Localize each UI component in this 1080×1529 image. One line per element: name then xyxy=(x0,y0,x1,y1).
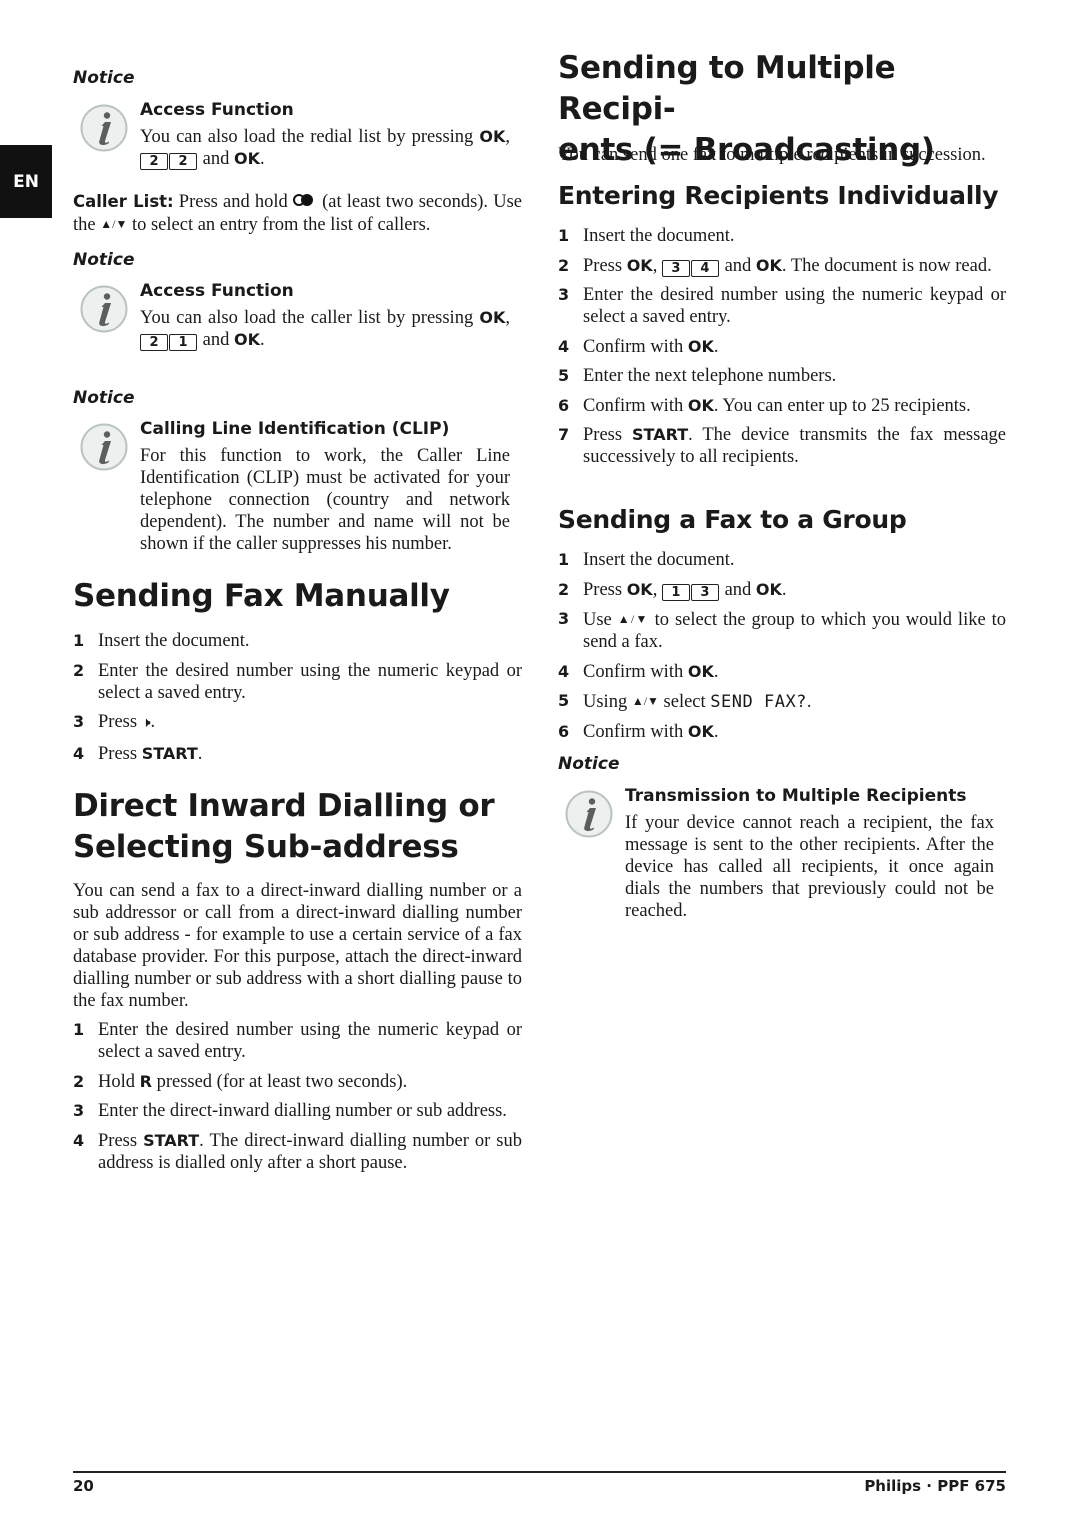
notice-title: Transmission to Multiple Recipients xyxy=(625,786,967,806)
notice-title: Calling Line Identification (CLIP) xyxy=(140,419,450,439)
up-down-arrows-icon: ▲/▼ xyxy=(100,217,128,231)
notice-label: Notice xyxy=(73,250,135,270)
step: 7 Press START. The device transmits the f… xyxy=(558,425,1006,467)
step: 4 Press START. xyxy=(73,743,203,764)
heading-fax-to-group: Sending a Fax to a Group xyxy=(558,505,907,534)
step: 1 Insert the document. xyxy=(558,550,735,570)
manual-steps: 1 Insert the document. 2 Enter the desired… xyxy=(73,630,522,772)
key-3: 3 xyxy=(690,583,719,601)
step: 1 Enter the desired number using the nume… xyxy=(73,1020,522,1062)
step: 3 Enter the direct-inward dialling number… xyxy=(73,1101,507,1121)
heading-sending-fax-manually: Sending Fax Manually xyxy=(73,578,450,614)
notice-label: Notice xyxy=(73,388,135,408)
language-tab: EN xyxy=(0,145,52,218)
notice-label: Notice xyxy=(73,68,135,88)
step: 3 Press 🕨. xyxy=(73,712,156,732)
notice-body: If your device cannot reach a recipient,… xyxy=(625,813,994,921)
footer-brand: Philips · PPF 675 xyxy=(864,1477,1006,1495)
speaker-icon: 🕨 xyxy=(141,716,151,731)
info-icon xyxy=(80,285,128,333)
group-steps: 1 Insert the document. 2 Press OK, 13 and … xyxy=(558,549,1006,750)
step: 2 Press OK, 34 and OK. The document is no… xyxy=(558,255,992,277)
caller-list-paragraph: Caller List: Press and hold (at least tw… xyxy=(73,192,522,235)
caller-list-button-icon xyxy=(292,194,317,208)
step: 1 Insert the document. xyxy=(73,631,250,651)
dial-intro: You can send a fax to a direct-inward di… xyxy=(73,881,522,1011)
step: 3 Use ▲/▼ to select the group to which yo… xyxy=(558,609,1006,652)
key-2: 2 xyxy=(169,153,197,170)
step: 2 Hold R pressed (for at least two second… xyxy=(73,1071,408,1092)
info-icon xyxy=(80,423,128,471)
step: 1 Insert the document. xyxy=(558,226,735,246)
step: 5 Using ▲/▼ select SEND FAX?. xyxy=(558,691,812,712)
up-down-arrows-icon: ▲/▼ xyxy=(631,694,659,708)
page-number: 20 xyxy=(73,1477,94,1495)
step: 3 Enter the desired number using the nume… xyxy=(558,285,1006,327)
info-icon xyxy=(80,104,128,152)
notice-body: For this function to work, the Caller Li… xyxy=(140,446,510,554)
key-2: 2 xyxy=(140,334,168,351)
notice-label: Notice xyxy=(558,754,620,774)
notice-body: You can also load the caller list by pre… xyxy=(140,308,510,351)
notice-title: Access Function xyxy=(140,281,294,301)
notice-body: You can also load the redial list by pre… xyxy=(140,127,510,170)
heading-direct-inward-dialling: Direct Inward Dialling or Selecting Sub-a… xyxy=(73,788,495,865)
step: 4 Confirm with OK. xyxy=(558,336,719,357)
dial-steps: 1 Enter the desired number using the nume… xyxy=(73,1019,522,1181)
notice-title: Access Function xyxy=(140,100,294,120)
step: 2 Enter the desired number using the nume… xyxy=(73,660,522,703)
step: 4 Confirm with OK. xyxy=(558,661,719,682)
key-4: 4 xyxy=(690,259,719,277)
up-down-arrows-icon: ▲/▼ xyxy=(617,612,649,626)
step: 4 Press START. The direct-inward dialling… xyxy=(73,1130,522,1173)
individual-steps: 1 Insert the document. 2 Press OK, 34 and … xyxy=(558,225,1006,476)
key-3: 3 xyxy=(661,259,690,277)
key-1: 1 xyxy=(661,583,690,601)
broadcast-intro: You can send one fax to multiple recipie… xyxy=(558,145,986,165)
step: 2 Press OK, 13 and OK. xyxy=(558,579,787,601)
key-2: 2 xyxy=(140,153,168,170)
lcd-text: SEND FAX? xyxy=(710,692,807,712)
footer-divider xyxy=(73,1471,1006,1473)
step: 6 Confirm with OK. You can enter up to 25… xyxy=(558,395,971,416)
heading-entering-recipients: Entering Recipients Individually xyxy=(558,181,999,210)
info-icon xyxy=(565,790,613,838)
key-1: 1 xyxy=(169,334,197,351)
step: 6 Confirm with OK. xyxy=(558,721,719,742)
step: 5 Enter the next telephone numbers. xyxy=(558,366,837,386)
